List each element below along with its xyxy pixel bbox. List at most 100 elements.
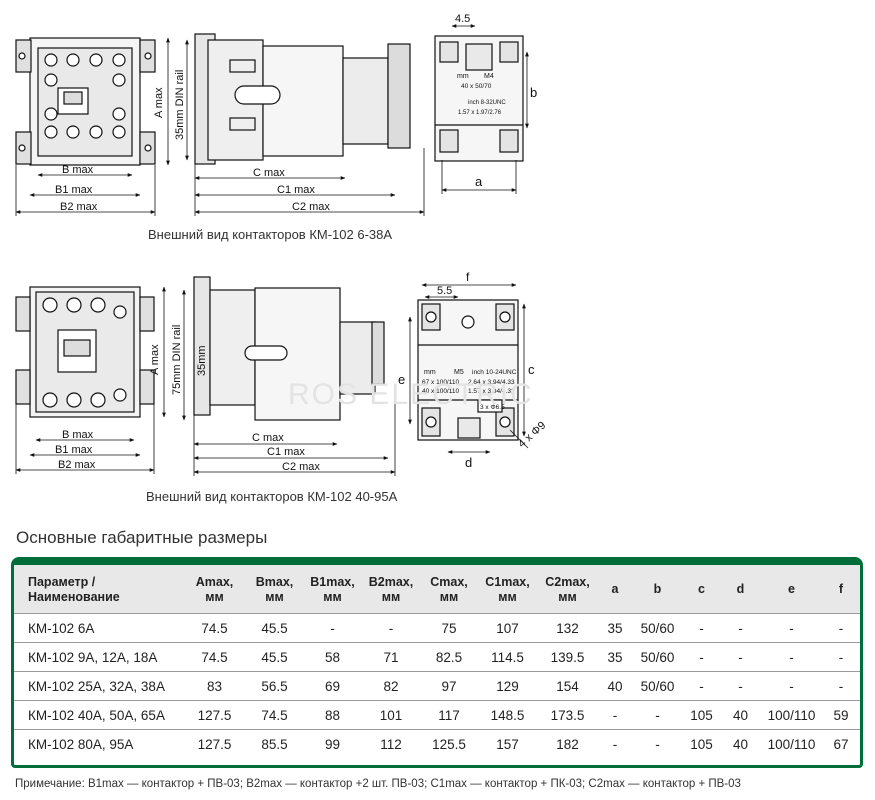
table-cell: 45.5	[246, 642, 303, 672]
dim-5-5: 5.5	[437, 285, 452, 297]
header-line-1: Параметр /	[28, 574, 96, 589]
table-cell: 182	[537, 729, 598, 758]
table-cell: -	[303, 613, 362, 643]
dimensions-table: Параметр / Наименование Amax, мм Bmax, мм B1ma…	[14, 565, 860, 758]
dim-c2-max-2: C2 max	[282, 461, 320, 473]
mount-mm-label-2: mm	[424, 369, 436, 376]
table-cell: 132	[537, 613, 598, 643]
table-cell: -	[632, 729, 683, 758]
table-cell: -	[683, 671, 720, 701]
table-body: КМ-102 6А 74.5 45.5- -75 107 132 35 50/60- - - - КМ…	[14, 613, 860, 758]
dim-a-max-1: A max	[153, 87, 165, 118]
table-header-cell: Amax, мм	[183, 565, 246, 614]
table-cell: 74.5	[246, 700, 303, 730]
drawing2-front-view	[15, 286, 155, 418]
table-cell: 88	[303, 700, 362, 730]
dim-b-lower: b	[530, 85, 537, 100]
table-cell: -	[720, 671, 761, 701]
table-cell: 58	[303, 642, 362, 672]
table-cell: -	[598, 729, 632, 758]
header-line-1: C1max,	[485, 574, 530, 589]
table-cell: 50/60	[632, 642, 683, 672]
drawing1-front-view	[15, 37, 156, 166]
table-header-cell: e	[761, 565, 822, 614]
table-cell: 50/60	[632, 613, 683, 643]
table-cell: 69	[303, 671, 362, 701]
dim-f: f	[466, 270, 470, 284]
dim-din-rail-1: 35mm DIN rail	[174, 70, 186, 140]
table-cell: -	[822, 642, 860, 672]
dim-c-max-1: C max	[253, 167, 285, 179]
table-cell: 100/110	[761, 729, 822, 758]
table-cell: 129	[478, 671, 537, 701]
table-header-cell: B1max, мм	[303, 565, 362, 614]
watermark: ROS ELECTRIC	[288, 378, 534, 411]
header-line-1: C2max,	[545, 574, 590, 589]
holes-large-label: 4 x Φ9	[516, 419, 548, 450]
table-cell-name: КМ-102 80А, 95А	[14, 729, 183, 758]
table-cell: 139.5	[537, 642, 598, 672]
table-cell: -	[362, 613, 420, 643]
table-cell: 67	[822, 729, 860, 758]
dim-din-rail-2: 75mm DIN rail	[171, 325, 183, 395]
mount-mm-label-1: mm	[457, 73, 469, 80]
table-row: КМ-102 80А, 95А 127.5 85.5 99 112 125.5 157 182…	[14, 729, 860, 758]
table-cell: -	[632, 700, 683, 730]
header-line-1: d	[736, 582, 745, 596]
table-cell: 114.5	[478, 642, 537, 672]
table-header-cell: Bmax, мм	[246, 565, 303, 614]
table-cell: 40	[598, 671, 632, 701]
header-line-1: Cmax,	[430, 574, 468, 589]
table-cell: 107	[478, 613, 537, 643]
table-header-cell: Cmax, мм	[420, 565, 478, 614]
table-cell: 127.5	[183, 729, 246, 758]
table-cell: 71	[362, 642, 420, 672]
table-cell: 82.5	[420, 642, 478, 672]
header-line-2: мм	[205, 589, 224, 604]
header-line-1: Bmax,	[255, 574, 294, 589]
section-title: Основные габаритные размеры	[16, 528, 268, 547]
table-cell: 97	[420, 671, 478, 701]
header-line-1: c	[698, 582, 705, 596]
table-cell: -	[761, 642, 822, 672]
dim-c2-max-1: C2 max	[292, 201, 330, 213]
dim-b1-max-2: B1 max	[55, 444, 93, 456]
table-row: КМ-102 9А, 12А, 18А 74.5 45.5 58 71 82.5 114.5…	[14, 642, 860, 672]
table-header-cell: B2max, мм	[362, 565, 420, 614]
dim-b-max-2: B max	[62, 429, 94, 441]
table-cell: -	[720, 613, 761, 643]
header-line-2: Наименование	[28, 589, 120, 604]
header-line-1: B2max,	[368, 574, 414, 589]
table-cell: -	[683, 613, 720, 643]
table-cell: 125.5	[420, 729, 478, 758]
header-line-1: f	[838, 582, 844, 596]
table-cell: 105	[683, 729, 720, 758]
table-cell: 101	[362, 700, 420, 730]
header-line-2: мм	[498, 589, 517, 604]
drawing1-side-view	[194, 33, 411, 165]
header-line-2: мм	[323, 589, 342, 604]
table-header-cell: C1max, мм	[478, 565, 537, 614]
dim-b2-max-2: B2 max	[58, 459, 96, 471]
table-cell-name: КМ-102 6А	[14, 613, 183, 643]
dim-b1-max-1: B1 max	[55, 184, 93, 196]
table-cell: 83	[183, 671, 246, 701]
table-cell: 74.5	[183, 642, 246, 672]
dim-c1-max-1: C1 max	[277, 184, 315, 196]
technical-drawing: B max B1 max B2 max A max 35mm DIN rail …	[15, 13, 548, 476]
table-cell: 173.5	[537, 700, 598, 730]
table-cell: 45.5	[246, 613, 303, 643]
header-line-1: B1max,	[310, 574, 355, 589]
table-header-cell: d	[720, 565, 761, 614]
dim-a-max-2: A max	[149, 344, 161, 375]
table-cell: -	[720, 642, 761, 672]
mount-inch-value-1: 1.57 x 1.97/2.76	[458, 110, 502, 116]
table-cell: 99	[303, 729, 362, 758]
table-cell: 82	[362, 671, 420, 701]
mount-m4-label: M4	[484, 73, 494, 80]
table-header-cell: Параметр / Наименование	[14, 565, 183, 614]
dim-c: c	[528, 362, 535, 377]
header-line-1: a	[611, 582, 619, 596]
header-line-2: мм	[558, 589, 577, 604]
table-cell: 35	[598, 642, 632, 672]
